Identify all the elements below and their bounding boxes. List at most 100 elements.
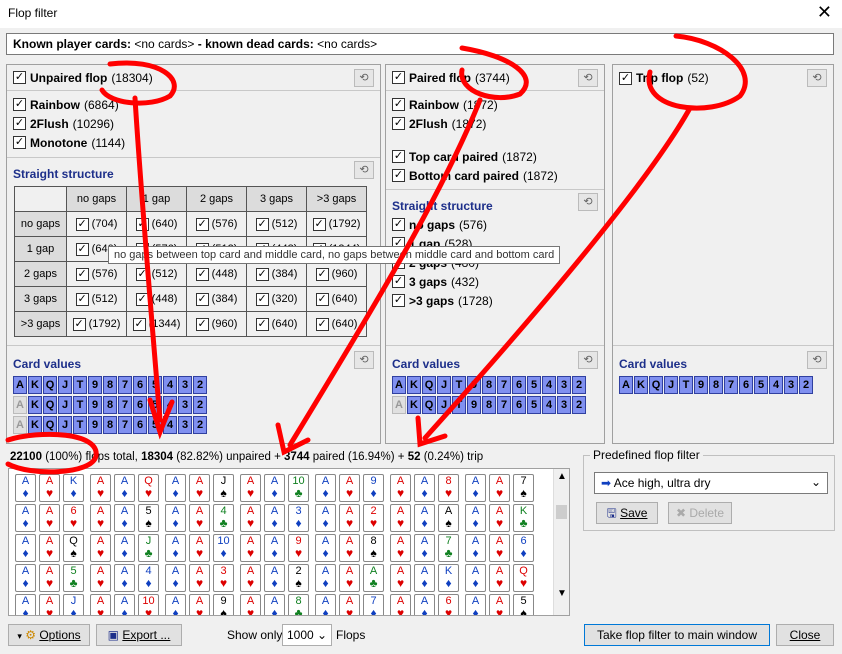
card-value-toggle[interactable]: Q [422,376,436,394]
grid-cell[interactable]: ✓ (640) [306,311,367,337]
grid-cell[interactable]: ✓ (448) [126,286,187,312]
card-value-toggle[interactable]: 6 [512,396,526,414]
card-value-toggle[interactable]: A [392,396,406,414]
card-value-toggle[interactable]: 7 [118,396,132,414]
checkbox-icon[interactable]: ✓ [255,292,269,306]
checkbox-icon[interactable]: ✓ [13,117,26,130]
card-value-toggle[interactable]: A [619,376,633,394]
grid-cell[interactable]: ✓ (960) [186,311,247,337]
paired-checkbox[interactable]: ✓ [392,71,405,84]
trip-checkbox[interactable]: ✓ [619,71,632,85]
card-value-toggle[interactable]: 8 [709,376,723,394]
checkbox-icon[interactable]: ✓ [195,317,209,331]
card-value-toggle[interactable]: K [28,396,42,414]
take-filter-button[interactable]: Take flop filter to main window [584,624,770,646]
checkbox-icon[interactable]: ✓ [135,292,149,306]
checkbox-icon[interactable]: ✓ [72,317,86,331]
card-value-toggle[interactable]: A [13,376,27,394]
chevron-down-icon[interactable]: ⌄ [811,475,821,489]
card-value-toggle[interactable]: 8 [103,396,117,414]
card-value-toggle[interactable]: 4 [163,416,177,434]
card-value-toggle[interactable]: K [28,376,42,394]
card-value-toggle[interactable]: 3 [557,396,571,414]
card-value-toggle[interactable]: 3 [178,376,192,394]
card-value-toggle[interactable]: 9 [694,376,708,394]
checkbox-icon[interactable]: ✓ [75,242,89,256]
card-value-toggle[interactable]: 7 [497,396,511,414]
checkbox-icon[interactable]: ✓ [315,267,329,281]
card-value-toggle[interactable]: 9 [88,376,102,394]
unpaired-checkbox[interactable]: ✓ [13,71,26,84]
checkbox-icon[interactable]: ✓ [135,267,149,281]
grid-cell[interactable]: ✓ (448) [186,261,247,287]
card-value-toggle[interactable]: J [58,396,72,414]
scroll-down-icon[interactable]: ▼ [557,588,567,599]
card-value-toggle[interactable]: T [73,376,87,394]
card-value-toggle[interactable]: 4 [163,396,177,414]
card-value-toggle[interactable]: 9 [467,396,481,414]
card-value-toggle[interactable]: T [452,376,466,394]
checkbox-icon[interactable]: ✓ [255,217,269,231]
close-icon[interactable]: ✕ [817,2,832,23]
checkbox-icon[interactable]: ✓ [195,292,209,306]
checkbox-icon[interactable]: ✓ [392,98,405,111]
checkbox-icon[interactable]: ✓ [132,317,146,331]
card-value-toggle[interactable]: 9 [88,396,102,414]
card-value-toggle[interactable]: 8 [103,376,117,394]
card-value-toggle[interactable]: T [73,416,87,434]
card-value-toggle[interactable]: T [73,396,87,414]
checkbox-icon[interactable]: ✓ [195,267,209,281]
reset-icon[interactable]: ⟲ [578,193,598,211]
reset-icon[interactable]: ⟲ [354,69,374,87]
card-value-toggle[interactable]: K [407,376,421,394]
card-value-toggle[interactable]: 5 [754,376,768,394]
checkbox-icon[interactable]: ✓ [392,218,405,231]
card-value-toggle[interactable]: Q [43,376,57,394]
checkbox-icon[interactable]: ✓ [255,267,269,281]
card-value-toggle[interactable]: 3 [178,416,192,434]
card-value-toggle[interactable]: 6 [133,376,147,394]
card-value-toggle[interactable]: 5 [148,416,162,434]
card-value-toggle[interactable]: 2 [193,396,207,414]
checkbox-icon[interactable]: ✓ [392,117,405,130]
grid-cell[interactable]: ✓ (960) [306,261,367,287]
grid-cell[interactable]: ✓ (512) [246,211,307,237]
flop-count-select[interactable]: 1000 ⌄ [282,624,332,646]
checkbox-icon[interactable]: ✓ [392,275,405,288]
close-button[interactable]: Close [776,624,834,646]
grid-cell[interactable]: ✓ (704) [66,211,127,237]
paired-straight-row[interactable]: ✓ >3 gaps (1728) [386,291,493,310]
reset-icon[interactable]: ⟲ [807,351,827,369]
card-value-toggle[interactable]: 9 [467,376,481,394]
scroll-up-icon[interactable]: ▲ [557,471,567,482]
card-value-toggle[interactable]: 6 [133,396,147,414]
unpaired-rainbow-row[interactable]: ✓ Rainbow (6864) [7,95,380,114]
scrollbar[interactable]: ▲ ▼ [553,469,569,615]
card-value-toggle[interactable]: J [437,376,451,394]
card-value-toggle[interactable]: 7 [118,376,132,394]
grid-cell[interactable]: ✓ (384) [246,261,307,287]
export-button[interactable]: ▣ Export ... [96,624,182,646]
checkbox-icon[interactable]: ✓ [315,292,329,306]
card-value-toggle[interactable]: Q [422,396,436,414]
card-value-toggle[interactable]: J [58,416,72,434]
checkbox-icon[interactable]: ✓ [13,136,26,149]
options-button[interactable]: ▾ ⚙ Options [8,624,90,646]
unpaired-monotone-row[interactable]: ✓ Monotone (1144) [7,133,380,152]
grid-cell[interactable]: ✓ (640) [126,211,187,237]
grid-cell[interactable]: ✓ (1344) [126,311,187,337]
card-value-toggle[interactable]: 5 [148,376,162,394]
reset-icon[interactable]: ⟲ [354,351,374,369]
card-value-toggle[interactable]: 2 [193,416,207,434]
card-value-toggle[interactable]: 3 [557,376,571,394]
reset-icon[interactable]: ⟲ [354,161,374,179]
grid-cell[interactable]: ✓ (512) [126,261,187,287]
paired-rainbow-row[interactable]: ✓ Rainbow (1872) [386,95,604,114]
flop-list[interactable]: ▲ ▼ A ♦ A ♥ K ♦ A ♥ A ♦ Q ♥ A ♦ A ♥ J ♠ A ♥ A ♦ 10 ♣ A ♦ A ♥ 9 ♦ A ♥ A ♦ 8… [8,468,570,616]
grid-cell[interactable]: ✓ (640) [246,311,307,337]
card-value-toggle[interactable]: 5 [527,396,541,414]
scroll-thumb[interactable] [556,505,567,519]
checkbox-icon[interactable]: ✓ [75,292,89,306]
card-value-toggle[interactable]: 8 [482,376,496,394]
checkbox-icon[interactable]: ✓ [75,267,89,281]
